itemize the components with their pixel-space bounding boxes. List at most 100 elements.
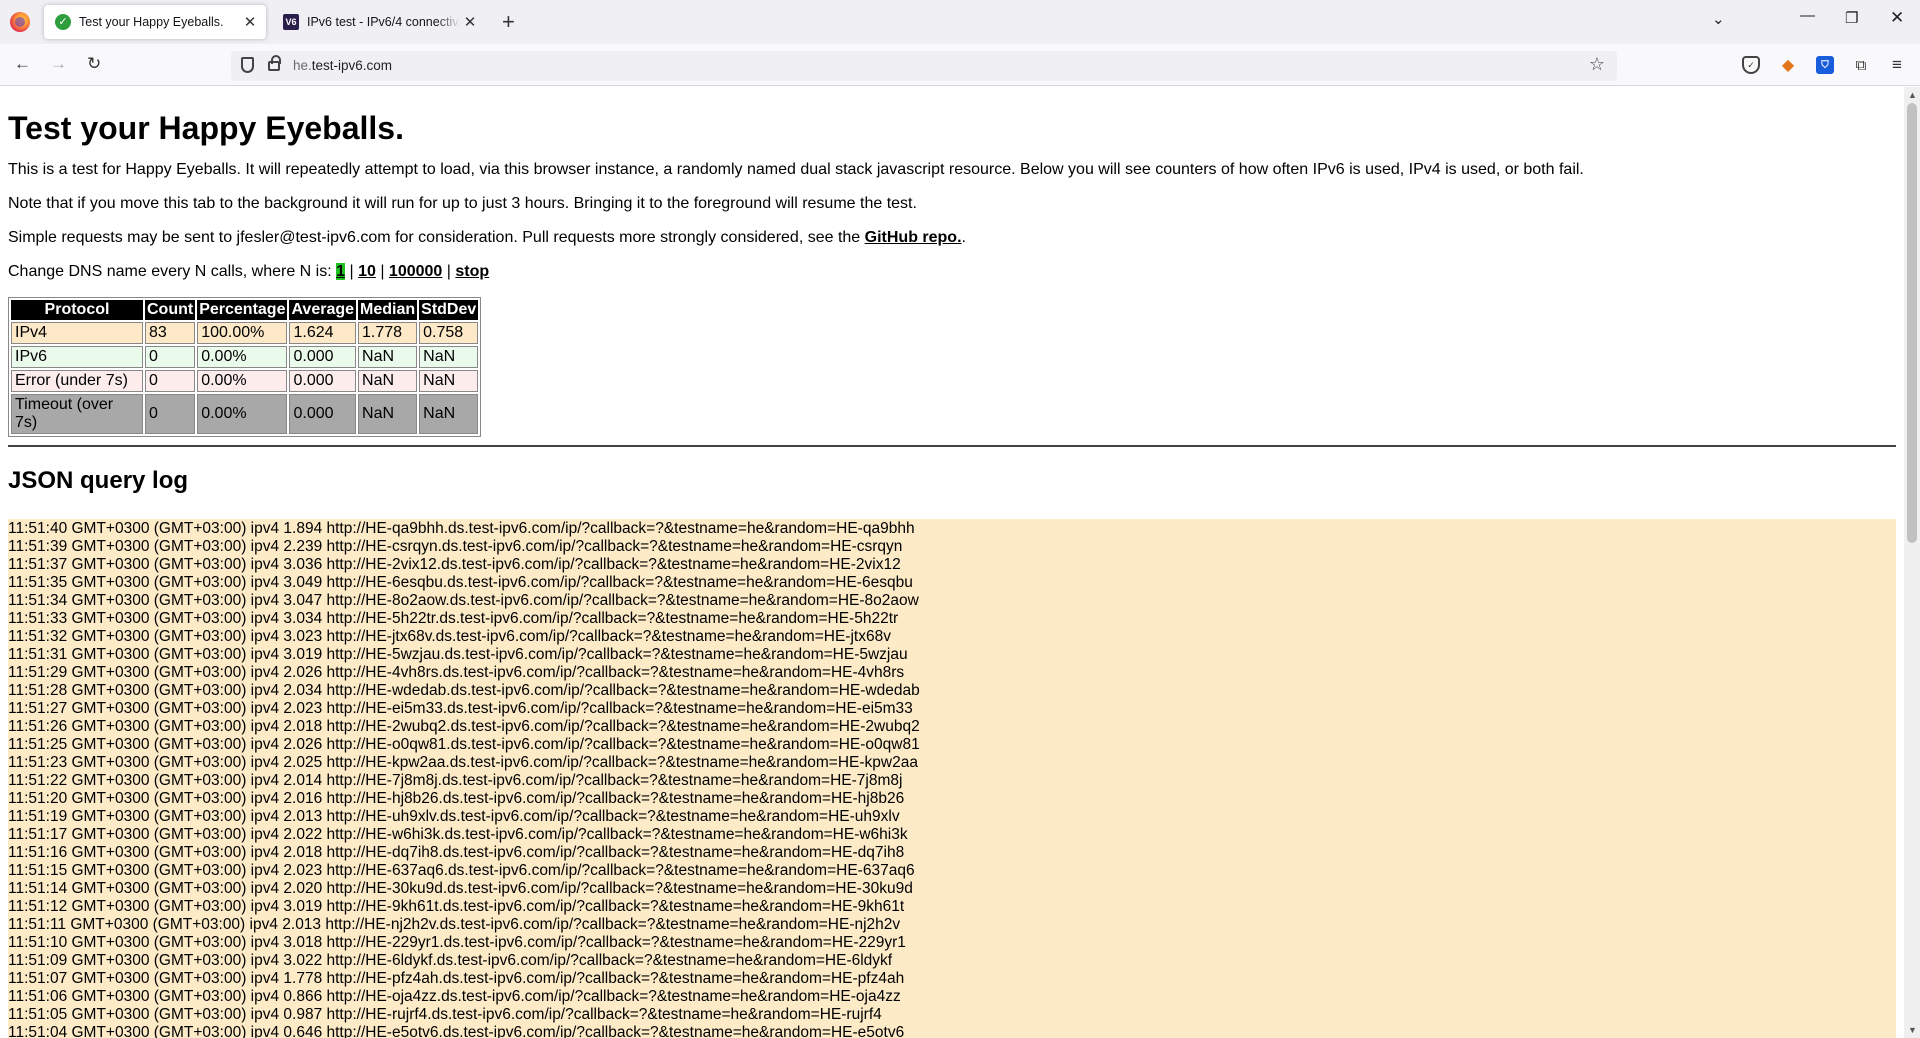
lock-icon[interactable] xyxy=(268,55,281,71)
table-cell: 100.00% xyxy=(197,322,288,344)
log-entry: 11:51:23 GMT+0300 (GMT+03:00) ipv4 2.025… xyxy=(8,754,918,771)
table-cell: NaN xyxy=(419,394,479,434)
metamask-fox-icon[interactable]: ◆ xyxy=(1779,56,1797,74)
reload-icon[interactable]: ↻ xyxy=(87,54,101,74)
page-viewport: Test your Happy Eyeballs. This is a test… xyxy=(0,87,1904,1038)
column-header: Percentage xyxy=(197,300,288,320)
log-entry: 11:51:05 GMT+0300 (GMT+03:00) ipv4 0.987… xyxy=(8,1006,882,1023)
table-cell: 0 xyxy=(145,370,196,392)
page-title: Test your Happy Eyeballs. xyxy=(8,110,404,146)
log-entry: 11:51:31 GMT+0300 (GMT+03:00) ipv4 3.019… xyxy=(8,646,908,663)
pocket-icon[interactable]: ✓ xyxy=(1742,56,1760,74)
table-cell: 1.778 xyxy=(358,322,418,344)
tab-ipv6-test[interactable]: V6 IPv6 test - IPv6/4 connectivity and ✕ xyxy=(272,5,486,39)
table-cell: 0.758 xyxy=(419,322,479,344)
forward-icon[interactable]: → xyxy=(50,54,67,74)
minimize-icon[interactable]: — xyxy=(1800,7,1815,24)
log-entry: 11:51:17 GMT+0300 (GMT+03:00) ipv4 2.022… xyxy=(8,826,908,843)
log-entry: 11:51:26 GMT+0300 (GMT+03:00) ipv4 2.018… xyxy=(8,718,920,735)
log-entry: 11:51:09 GMT+0300 (GMT+03:00) ipv4 3.022… xyxy=(8,952,893,969)
log-entry: 11:51:10 GMT+0300 (GMT+03:00) ipv4 3.018… xyxy=(8,934,906,951)
log-entry: 11:51:27 GMT+0300 (GMT+03:00) ipv4 2.023… xyxy=(8,700,913,717)
log-entry: 11:51:37 GMT+0300 (GMT+03:00) ipv4 3.036… xyxy=(8,556,901,573)
table-cell: NaN xyxy=(419,370,479,392)
table-cell: NaN xyxy=(358,370,418,392)
tab-title: IPv6 test - IPv6/4 connectivity and xyxy=(307,15,460,29)
restore-icon[interactable]: ❐ xyxy=(1845,9,1858,27)
log-entry: 11:51:25 GMT+0300 (GMT+03:00) ipv4 2.026… xyxy=(8,736,920,753)
table-cell: 0.00% xyxy=(197,394,288,434)
tab-bar: ✓ Test your Happy Eyeballs. ✕ V6 IPv6 te… xyxy=(0,0,1920,44)
log-entry: 11:51:35 GMT+0300 (GMT+03:00) ipv4 3.049… xyxy=(8,574,913,591)
log-entry: 11:51:14 GMT+0300 (GMT+03:00) ipv4 2.020… xyxy=(8,880,913,897)
table-cell: 0 xyxy=(145,394,196,434)
v6-icon: V6 xyxy=(283,14,299,30)
close-window-icon[interactable]: ✕ xyxy=(1890,8,1904,28)
dns-change-options: Change DNS name every N calls, where N i… xyxy=(8,263,490,280)
log-entry: 11:51:39 GMT+0300 (GMT+03:00) ipv4 2.239… xyxy=(8,538,903,555)
back-icon[interactable]: ← xyxy=(14,54,31,74)
log-entry: 11:51:04 GMT+0300 (GMT+03:00) ipv4 0.646… xyxy=(8,1024,905,1038)
hamburger-menu-icon[interactable]: ≡ xyxy=(1888,55,1906,74)
json-query-log: 11:51:40 GMT+0300 (GMT+03:00) ipv4 1.894… xyxy=(8,519,1896,1038)
contact-paragraph: Simple requests may be sent to jfesler@t… xyxy=(8,229,966,246)
github-repo-link[interactable]: GitHub repo. xyxy=(865,229,962,246)
table-header-row: Protocol Count Percentage Average Median… xyxy=(11,300,479,320)
intro-paragraph: This is a test for Happy Eyeballs. It wi… xyxy=(8,161,1584,178)
new-tab-icon[interactable]: + xyxy=(502,9,515,35)
table-cell: 0.000 xyxy=(289,346,357,368)
close-tab-icon[interactable]: ✕ xyxy=(240,13,260,31)
tab-title: Test your Happy Eyeballs. xyxy=(79,15,224,29)
log-entry: 11:51:34 GMT+0300 (GMT+03:00) ipv4 3.047… xyxy=(8,592,919,609)
bookmark-star-icon[interactable]: ☆ xyxy=(1589,54,1605,75)
log-entry: 11:51:11 GMT+0300 (GMT+03:00) ipv4 2.013… xyxy=(8,916,901,933)
url-bar[interactable]: he.test-ipv6.com ☆ xyxy=(231,51,1617,81)
close-tab-icon[interactable]: ✕ xyxy=(460,13,480,31)
bitwarden-shield-icon[interactable]: ⛉ xyxy=(1816,56,1834,74)
table-row: Error (under 7s) 0 0.00% 0.000 NaN NaN xyxy=(11,370,479,392)
table-cell: NaN xyxy=(358,394,418,434)
table-cell: 0.000 xyxy=(289,370,357,392)
log-entry: 11:51:29 GMT+0300 (GMT+03:00) ipv4 2.026… xyxy=(8,664,905,681)
log-entry: 11:51:15 GMT+0300 (GMT+03:00) ipv4 2.023… xyxy=(8,862,915,879)
table-cell: IPv6 xyxy=(11,346,143,368)
log-entry: 11:51:28 GMT+0300 (GMT+03:00) ipv4 2.034… xyxy=(8,682,920,699)
section-divider xyxy=(8,445,1896,447)
scroll-down-arrow-icon[interactable]: ▼ xyxy=(1908,1025,1917,1035)
table-cell: 0.00% xyxy=(197,370,288,392)
log-entry: 11:51:19 GMT+0300 (GMT+03:00) ipv4 2.013… xyxy=(8,808,900,825)
dns-option-stop[interactable]: stop xyxy=(455,263,489,280)
scrollbar-thumb[interactable] xyxy=(1907,103,1917,543)
log-entry: 11:51:16 GMT+0300 (GMT+03:00) ipv4 2.018… xyxy=(8,844,905,861)
table-cell: NaN xyxy=(358,346,418,368)
log-heading: JSON query log xyxy=(8,467,189,494)
column-header: StdDev xyxy=(419,300,479,320)
table-row: Timeout (over 7s) 0 0.00% 0.000 NaN NaN xyxy=(11,394,479,434)
url-text[interactable]: he.test-ipv6.com xyxy=(293,58,392,73)
table-cell: 83 xyxy=(145,322,196,344)
column-header: Protocol xyxy=(11,300,143,320)
list-all-tabs-icon[interactable]: ⌄ xyxy=(1712,10,1725,28)
column-header: Median xyxy=(358,300,418,320)
background-note-paragraph: Note that if you move this tab to the ba… xyxy=(8,195,917,212)
table-cell: 0 xyxy=(145,346,196,368)
vertical-scrollbar[interactable]: ▲ ▼ xyxy=(1904,87,1920,1038)
dns-option-100000[interactable]: 100000 xyxy=(389,263,442,280)
firefox-menu-icon[interactable] xyxy=(10,12,30,32)
table-cell: NaN xyxy=(419,346,479,368)
navigation-toolbar: ← → ↻ he.test-ipv6.com ☆ ✓ ◆ ⛉ ⧉ ≡ xyxy=(0,44,1920,86)
log-entry: 11:51:06 GMT+0300 (GMT+03:00) ipv4 0.866… xyxy=(8,988,901,1005)
log-entry: 11:51:33 GMT+0300 (GMT+03:00) ipv4 3.034… xyxy=(8,610,899,627)
tracking-protection-shield-icon[interactable] xyxy=(241,57,254,73)
scroll-up-arrow-icon[interactable]: ▲ xyxy=(1908,90,1917,100)
dns-option-1[interactable]: 1 xyxy=(336,263,346,280)
log-entry: 11:51:07 GMT+0300 (GMT+03:00) ipv4 1.778… xyxy=(8,970,905,987)
column-header: Average xyxy=(289,300,357,320)
dns-option-10[interactable]: 10 xyxy=(358,263,376,280)
table-cell: Error (under 7s) xyxy=(11,370,143,392)
table-cell: IPv4 xyxy=(11,322,143,344)
table-cell: 0.00% xyxy=(197,346,288,368)
extensions-puzzle-icon[interactable]: ⧉ xyxy=(1852,56,1870,74)
log-entry: 11:51:12 GMT+0300 (GMT+03:00) ipv4 3.019… xyxy=(8,898,905,915)
tab-happy-eyeballs[interactable]: ✓ Test your Happy Eyeballs. ✕ xyxy=(44,5,266,39)
